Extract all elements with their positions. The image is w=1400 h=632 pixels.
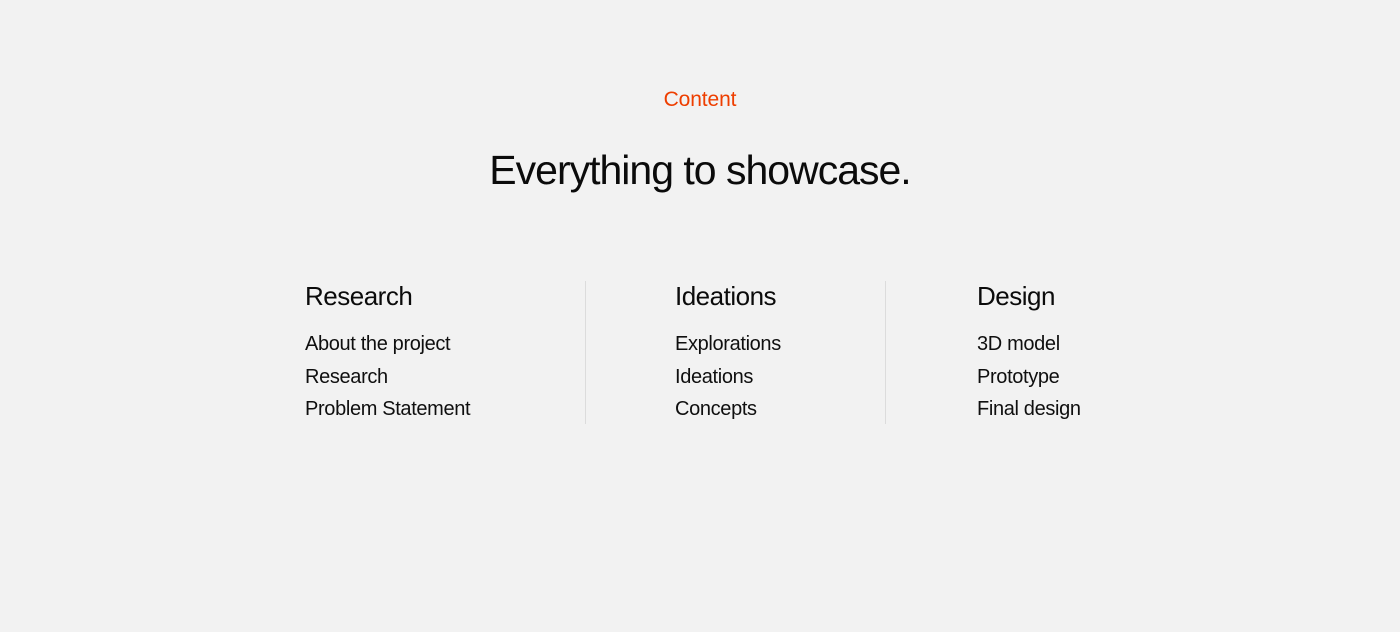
list-item[interactable]: Prototype — [977, 361, 1197, 394]
column-item-list: Explorations Ideations Concepts — [675, 328, 875, 426]
column-item-list: 3D model Prototype Final design — [977, 328, 1197, 426]
list-item[interactable]: Concepts — [675, 393, 875, 426]
list-item[interactable]: 3D model — [977, 328, 1197, 361]
column-divider — [885, 281, 886, 424]
column-ideations: Ideations Explorations Ideations Concept… — [675, 281, 875, 426]
column-heading: Research — [305, 281, 413, 311]
list-item[interactable]: Explorations — [675, 328, 875, 361]
list-item[interactable]: Ideations — [675, 361, 875, 394]
list-item[interactable]: Problem Statement — [305, 393, 575, 426]
eyebrow-label: Content — [663, 88, 737, 111]
column-divider — [585, 281, 586, 424]
list-item[interactable]: About the project — [305, 328, 575, 361]
column-heading: Design — [977, 281, 1055, 311]
column-heading: Ideations — [675, 281, 777, 311]
content-section: Content Everything to showcase. Research… — [0, 0, 1400, 632]
list-item[interactable]: Research — [305, 361, 575, 394]
column-design: Design 3D model Prototype Final design — [977, 281, 1197, 426]
column-research: Research About the project Research Prob… — [305, 281, 575, 426]
content-columns: Research About the project Research Prob… — [0, 281, 1400, 426]
column-item-list: About the project Research Problem State… — [305, 328, 575, 426]
list-item[interactable]: Final design — [977, 393, 1197, 426]
page-title: Everything to showcase. — [489, 147, 911, 194]
